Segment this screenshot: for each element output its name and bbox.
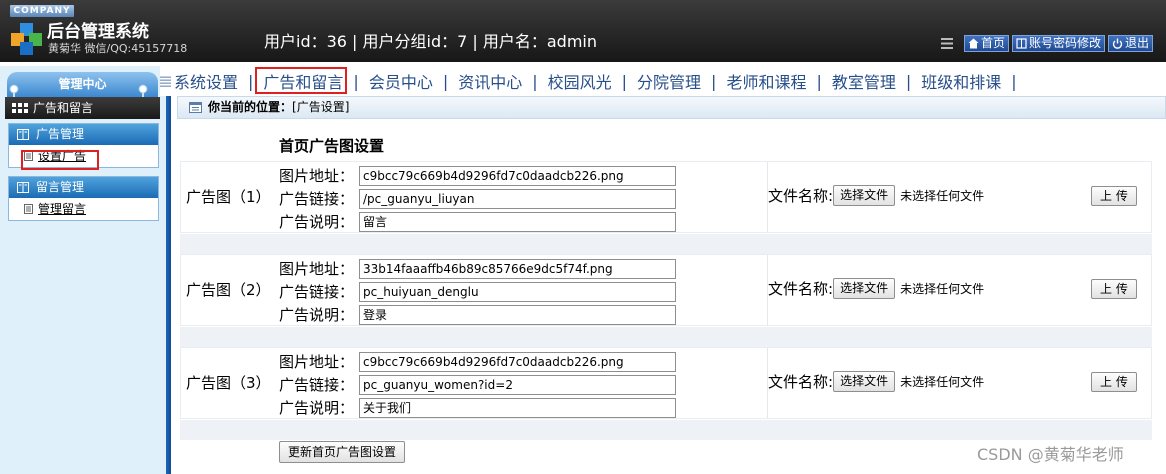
file-name-label: 文件名称: — [768, 280, 834, 298]
link-input[interactable]: pc_guanyu_women?id=2 — [359, 374, 676, 395]
ad-row-label: 广告图（3） — [186, 374, 271, 392]
password-change-label: 账号密码修改 — [1029, 36, 1102, 50]
image-url-input[interactable]: c9bcc79c669b4d9296fd7c0daadcb226.png — [359, 165, 676, 186]
file-picker: 文件名称: 选择文件 未选择任何文件 — [768, 278, 984, 299]
company-badge: COMPANY — [10, 5, 74, 17]
no-file-text: 未选择任何文件 — [900, 282, 985, 296]
update-ads-button[interactable]: 更新首页广告图设置 — [279, 441, 406, 463]
desc-input[interactable]: 登录 — [359, 304, 676, 325]
ad-row-label: 广告图（1） — [186, 188, 271, 206]
upload-button[interactable]: 上 传 — [1091, 186, 1137, 206]
file-name-label: 文件名称: — [768, 187, 834, 205]
menu-lines-icon — [160, 76, 171, 87]
image-url-input[interactable]: 33b14faaaffb46b89c85766e9dc5f74f.png — [359, 258, 676, 279]
sidebar-item-manage-messages-link[interactable]: 管理留言 — [38, 202, 86, 216]
password-change-link[interactable]: 账号密码修改 — [1012, 35, 1106, 52]
home-link[interactable]: 首页 — [964, 35, 1010, 52]
home-icon — [968, 38, 979, 49]
system-title: 后台管理系统 — [47, 22, 149, 42]
image-url-input[interactable]: c9bcc79c669b4d9296fd7c0daadcb226.png — [359, 351, 676, 372]
tab-system-settings[interactable]: 系统设置 — [172, 69, 248, 93]
group-ad-management-header[interactable]: 广告管理 — [9, 124, 158, 145]
sidebar-divider[interactable] — [166, 66, 171, 474]
highlight-box-ad-settings — [21, 150, 99, 170]
row-spacer — [180, 420, 1152, 440]
file-name-label: 文件名称: — [768, 373, 834, 391]
sidebar-section-title: 广告和留言 — [5, 97, 160, 119]
upload-button[interactable]: 上 传 — [1091, 279, 1137, 299]
ad-row-label: 广告图（2） — [186, 281, 271, 299]
system-subtitle: 黄菊华 微信/QQ:45157718 — [48, 42, 188, 55]
watermark: CSDN @黄菊华老师 — [977, 445, 1124, 464]
group-message-management-label: 留言管理 — [36, 180, 85, 194]
no-file-text: 未选择任何文件 — [900, 375, 985, 389]
tab-class-scheduling[interactable]: 班级和排课 — [911, 69, 1011, 93]
top-header: COMPANY 后台管理系统 黄菊华 微信/QQ:45157718 用户id：3… — [0, 0, 1166, 62]
logo-cubes-icon — [11, 23, 42, 55]
main-content: 首页广告图设置 广告图（1） 图片地址： c9bcc79c669b4d9296fd… — [177, 123, 1166, 474]
link-label: 广告链接： — [279, 376, 355, 394]
home-link-label: 首页 — [981, 36, 1006, 50]
tab-branch-management[interactable]: 分院管理 — [627, 69, 711, 93]
user-info: 用户id：36 | 用户分组id：7 | 用户名：admin — [264, 32, 598, 51]
book-icon — [17, 182, 29, 193]
ad-row-3: 广告图（3） 图片地址： c9bcc79c669b4d9296fd7c0daadc… — [180, 347, 1152, 419]
group-ad-management-label: 广告管理 — [36, 127, 85, 141]
image-url-label: 图片地址： — [279, 260, 355, 278]
group-message-management: 留言管理 管理留言 — [8, 176, 159, 221]
choose-file-button[interactable]: 选择文件 — [833, 278, 896, 299]
sidebar-item-manage-messages[interactable]: 管理留言 — [9, 198, 158, 220]
tab-classroom-management[interactable]: 教室管理 — [822, 69, 906, 93]
tab-teachers-courses[interactable]: 老师和课程 — [716, 69, 816, 93]
grid-icon — [12, 103, 28, 113]
link-label: 广告链接： — [279, 283, 355, 301]
breadcrumb-label: 你当前的位置： — [208, 100, 293, 114]
book-icon — [1016, 38, 1027, 49]
tab-news-center[interactable]: 资讯中心 — [448, 69, 532, 93]
desc-input[interactable]: 关于我们 — [359, 397, 676, 418]
tab-member-center[interactable]: 会员中心 — [359, 69, 443, 93]
ad-fields: 图片地址： c9bcc79c669b4d9296fd7c0daadcb226.pn… — [279, 164, 676, 233]
link-input[interactable]: pc_huiyuan_denglu — [359, 281, 676, 302]
book-icon — [17, 129, 29, 140]
file-picker: 文件名称: 选择文件 未选择任何文件 — [768, 371, 984, 392]
menu-lines-icon — [941, 38, 953, 49]
upload-button[interactable]: 上 传 — [1091, 372, 1137, 392]
ad-row-1: 广告图（1） 图片地址： c9bcc79c669b4d9296fd7c0daadc… — [180, 161, 1152, 233]
breadcrumb: 你当前的位置：[广告设置] — [177, 96, 1166, 119]
power-icon — [1112, 38, 1123, 49]
image-url-label: 图片地址： — [279, 167, 355, 185]
desc-label: 广告说明： — [279, 399, 355, 417]
no-file-text: 未选择任何文件 — [900, 189, 985, 203]
desc-label: 广告说明： — [279, 306, 355, 324]
top-links: 首页 账号密码修改 退出 — [941, 35, 1154, 52]
file-picker: 文件名称: 选择文件 未选择任何文件 — [768, 185, 984, 206]
ad-row-2: 广告图（2） 图片地址： 33b14faaaffb46b89c85766e9dc5… — [180, 254, 1152, 326]
window-icon — [189, 102, 202, 113]
nav-separator: | — [1011, 71, 1017, 91]
row-spacer — [180, 327, 1152, 347]
sidebar: 管理中心 广告和留言 广告管理 设置广告 留言管理 管理留言 — [0, 66, 166, 474]
desc-input[interactable]: 留言 — [359, 211, 676, 232]
document-icon — [24, 204, 33, 214]
choose-file-button[interactable]: 选择文件 — [833, 371, 896, 392]
management-center-tab[interactable]: 管理中心 — [7, 72, 158, 97]
desc-label: 广告说明： — [279, 213, 355, 231]
sidebar-section-label: 广告和留言 — [33, 101, 94, 115]
choose-file-button[interactable]: 选择文件 — [833, 185, 896, 206]
tab-campus-scenery[interactable]: 校园风光 — [538, 69, 622, 93]
ad-fields: 图片地址： c9bcc79c669b4d9296fd7c0daadcb226.pn… — [279, 350, 676, 419]
breadcrumb-value: [广告设置] — [292, 100, 350, 114]
row-spacer — [180, 234, 1152, 254]
page-title: 首页广告图设置 — [279, 137, 385, 155]
highlight-box-active-tab — [255, 67, 347, 94]
image-url-label: 图片地址： — [279, 353, 355, 371]
logout-label: 退出 — [1125, 36, 1150, 50]
logout-link[interactable]: 退出 — [1108, 35, 1154, 52]
group-message-management-header[interactable]: 留言管理 — [9, 177, 158, 198]
link-label: 广告链接： — [279, 190, 355, 208]
link-input[interactable]: /pc_guanyu_liuyan — [359, 188, 676, 209]
ad-fields: 图片地址： 33b14faaaffb46b89c85766e9dc5f74f.pn… — [279, 257, 676, 326]
